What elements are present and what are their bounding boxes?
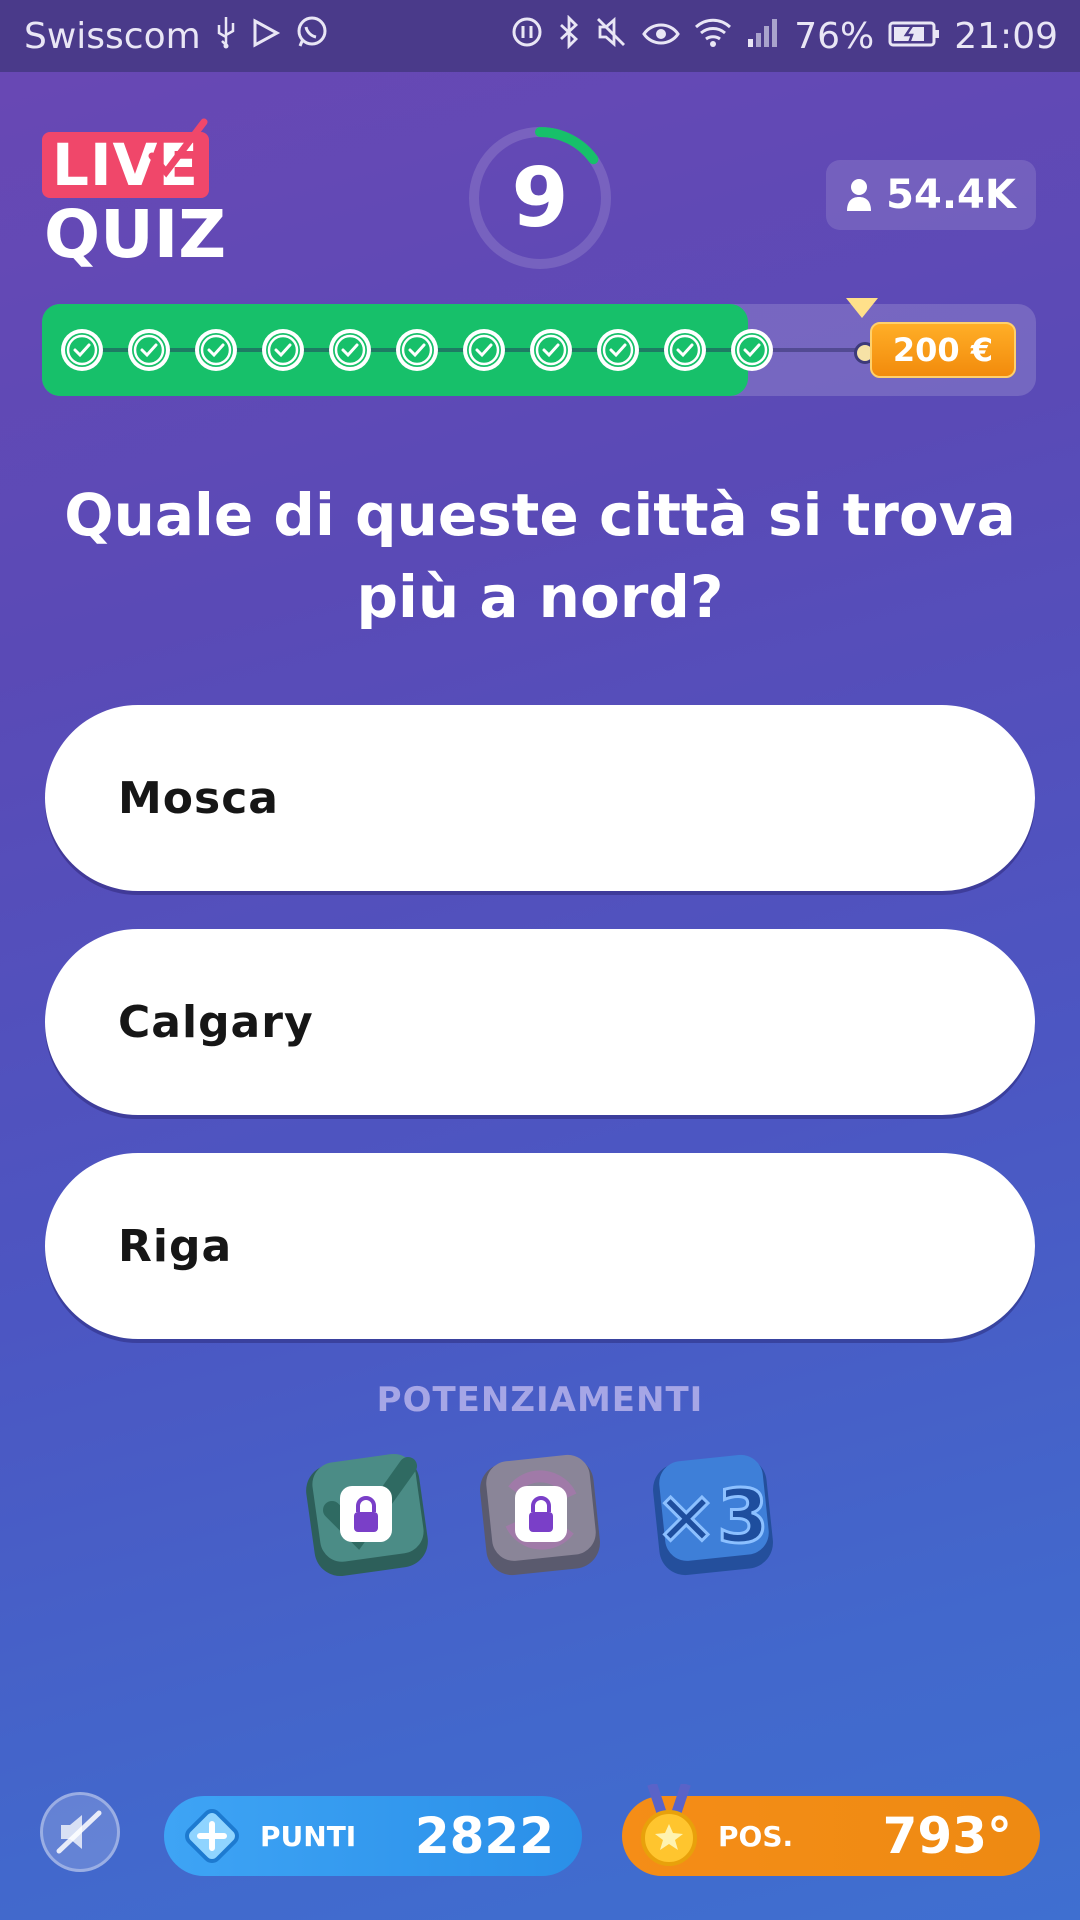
- check-circle-icon: [601, 333, 635, 367]
- check-circle-icon: [266, 333, 300, 367]
- position-value: 793°: [882, 1807, 1012, 1865]
- countdown-timer: 9: [466, 124, 614, 272]
- status-bar: Swisscom 76% 21:09: [0, 0, 1080, 72]
- check-circle-icon: [735, 333, 769, 367]
- x3-powerup-icon: ×3: [653, 1454, 773, 1576]
- data-saver-icon: [510, 15, 544, 58]
- logo-check-icon: [148, 118, 208, 178]
- clock: 21:09: [954, 15, 1058, 57]
- battery-percent: 76%: [794, 15, 875, 57]
- points-pill: PUNTI 2822: [164, 1796, 582, 1876]
- answer-option-3[interactable]: Riga: [45, 1153, 1035, 1339]
- powerup-x3[interactable]: ×3: [648, 1440, 778, 1580]
- answer-label: Mosca: [118, 772, 279, 824]
- question-progress-bar: 200 €: [42, 298, 1036, 396]
- answered-step-check: [597, 329, 639, 371]
- powerup-swap[interactable]: [475, 1440, 605, 1580]
- answered-step-check: [664, 329, 706, 371]
- check-circle-icon: [199, 333, 233, 367]
- check-circle-icon: [132, 333, 166, 367]
- usb-icon: [215, 15, 237, 58]
- position-label: POS.: [718, 1819, 794, 1853]
- check-circle-icon: [668, 333, 702, 367]
- muted-icon: [594, 15, 628, 58]
- whatsapp-icon: [295, 15, 329, 58]
- points-diamond-icon: [185, 1809, 239, 1863]
- answer-option-1[interactable]: Mosca: [45, 705, 1035, 891]
- position-pill: POS. 793°: [622, 1784, 1040, 1876]
- answered-step-check: [530, 329, 572, 371]
- user-icon: [847, 179, 872, 211]
- medal-icon: [641, 1784, 697, 1866]
- play-store-icon: [251, 16, 281, 57]
- swap-powerup-icon: [480, 1454, 600, 1576]
- live-quiz-logo: LIVE QUIZ: [42, 118, 226, 268]
- answered-step-check: [195, 329, 237, 371]
- answer-label: Riga: [118, 1220, 233, 1272]
- answer-option-2[interactable]: Calgary: [45, 929, 1035, 1115]
- bluetooth-icon: [558, 14, 580, 58]
- question-text: Quale di queste città si trova più a nor…: [64, 481, 1016, 631]
- check-circle-icon: [534, 333, 568, 367]
- answer-label: Calgary: [118, 996, 314, 1048]
- answered-step-check: [61, 329, 103, 371]
- points-value: 2822: [414, 1807, 554, 1865]
- check-circle-icon: [65, 333, 99, 367]
- signal-icon: [746, 15, 780, 58]
- answered-step-check: [262, 329, 304, 371]
- check-circle-icon: [400, 333, 434, 367]
- check-circle-icon: [467, 333, 501, 367]
- answered-step-check: [731, 329, 773, 371]
- prize-badge: 200 €: [870, 322, 1016, 378]
- points-label: PUNTI: [260, 1819, 357, 1853]
- powerups-title: POTENZIAMENTI: [376, 1380, 704, 1420]
- carrier-name: Swisscom: [24, 15, 201, 57]
- x3-label: ×3: [655, 1474, 769, 1560]
- check-circle-icon: [333, 333, 367, 367]
- answered-step-check: [463, 329, 505, 371]
- sound-muted-icon: [56, 1810, 102, 1854]
- answered-step-check: [329, 329, 371, 371]
- viewer-count: 54.4K: [886, 172, 1016, 218]
- eye-comfort-icon: [642, 16, 681, 57]
- wifi-icon: [694, 16, 732, 57]
- bottom-bar: PUNTI 2822 POS. 793°: [0, 1784, 1080, 1890]
- logo-quiz: QUIZ: [44, 196, 227, 273]
- powerup-check[interactable]: [302, 1440, 432, 1580]
- current-position-marker: [846, 298, 878, 318]
- viewer-count-badge: 54.4K: [826, 160, 1036, 230]
- timer-seconds: 9: [511, 150, 569, 246]
- answered-step-check: [128, 329, 170, 371]
- battery-charging-icon: [888, 16, 940, 57]
- check-powerup-icon: [306, 1453, 428, 1577]
- answered-step-check: [396, 329, 438, 371]
- sound-toggle-button[interactable]: [40, 1792, 120, 1872]
